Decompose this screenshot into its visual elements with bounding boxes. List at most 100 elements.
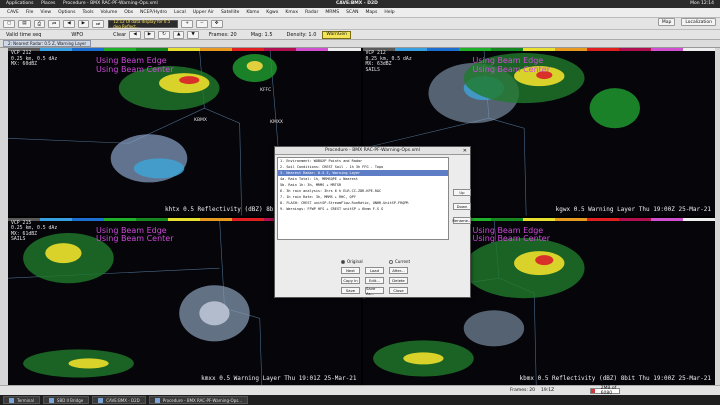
frame-down-icon[interactable]: ▼ <box>187 30 199 39</box>
app-icon <box>48 397 54 403</box>
editor-tabs: 2: Nearest Radar: 0.5 Z, Warning Layer <box>0 40 720 48</box>
os-taskbar: Terminal SBD II Bridge CAVE:BMX - D2D Pr… <box>0 395 720 405</box>
menu-kbmx[interactable]: Kbmx <box>246 10 259 15</box>
tab-nearest-radar[interactable]: 2: Nearest Radar: 0.5 Z, Warning Layer <box>3 40 92 47</box>
frame-up-icon[interactable]: ▲ <box>172 30 185 39</box>
print-icon[interactable]: ⎙ <box>33 19 46 28</box>
radar-info-text: VCP 212 0.25 km, 0.5 dAz MX: 60dBZ <box>11 51 58 68</box>
play-icon[interactable]: ▶ <box>77 19 90 28</box>
terminal-icon <box>9 397 14 403</box>
menu-mrms[interactable]: MRMS <box>325 10 339 15</box>
product-legend[interactable]: kbmx 0.5 Reflectivity (dBZ) 8bit Thu 19:… <box>520 375 711 382</box>
save-icon[interactable]: ▤ <box>18 19 31 28</box>
clear-button[interactable]: Clear <box>113 32 126 38</box>
edit-button[interactable]: Edit... <box>365 277 384 284</box>
toolbar-primary: ▢ ▤ ⎙ ⏮ ◀ ▶ ⏭ 12:12 UI data display for … <box>0 18 720 30</box>
status-time: 19:1Z <box>541 388 555 393</box>
menu-tools[interactable]: Tools <box>82 10 93 15</box>
task-procedure[interactable]: Procedure - BMX RAC-PF-Warning-Ops... <box>148 396 249 404</box>
menu-help[interactable]: Help <box>384 10 394 15</box>
dialog-title-bar[interactable]: Procedure - BMX RAC-PF-Warning-Ops.xml ✕ <box>275 147 470 155</box>
after-button[interactable]: After... <box>389 267 408 274</box>
site-label-kbmx: KBMX <box>194 118 208 123</box>
step-forward-icon[interactable]: ▶ <box>143 30 156 39</box>
beam-label: Using Beam Edge Using Beam Center <box>472 225 551 243</box>
toolbar-secondary: Valid time seq WFO Clear ◀ ▶ ↻ ▲ ▼ Frame… <box>0 30 720 40</box>
task-terminal[interactable]: Terminal <box>3 396 40 404</box>
last-frame-icon[interactable]: ⏭ <box>92 19 105 28</box>
wfo-label[interactable]: WFO <box>71 32 83 38</box>
loop-icon[interactable]: ↻ <box>158 30 170 39</box>
valid-time-seq-label[interactable]: Valid time seq <box>6 32 41 38</box>
places-menu[interactable]: Places <box>41 1 55 6</box>
menu-obs[interactable]: Obs <box>124 10 133 15</box>
close-icon[interactable]: ✕ <box>463 148 467 154</box>
save-button[interactable]: Save <box>341 287 360 294</box>
rename-button[interactable]: Rename... <box>452 217 472 224</box>
clock[interactable]: Mon 12:14 <box>690 1 714 6</box>
site-label-kffc: KFFC <box>260 88 272 93</box>
color-scale-bar <box>8 48 361 51</box>
menu-volume[interactable]: Volume <box>101 10 118 15</box>
menu-cave[interactable]: CAVE <box>7 10 19 15</box>
load-button[interactable]: Load <box>365 267 384 274</box>
menu-satellite[interactable]: Satellite <box>221 10 239 15</box>
beam-label: Using Beam Edge Using Beam Center <box>472 56 551 74</box>
first-frame-icon[interactable]: ⏮ <box>48 19 61 28</box>
menu-maps[interactable]: Maps <box>366 10 378 15</box>
procedure-steps-list[interactable]: 1. Environment: WOBOXP Points and Radar … <box>277 157 449 240</box>
loop-product-combo[interactable]: 12:12 UI data display for 0.5 deg Reflec… <box>108 19 179 29</box>
memory-meter[interactable]: 2MB of 6080 <box>590 386 620 396</box>
density[interactable]: Density: 1.0 <box>287 32 317 38</box>
pan-icon[interactable]: ✥ <box>210 19 223 28</box>
beam-label: Using Beam Edge Using Beam Center <box>96 225 174 243</box>
menu-kmxx[interactable]: Kmxx <box>285 10 298 15</box>
active-app-title[interactable]: Procedure - BMX RAC-PF-Warning-Ops.xml <box>63 1 158 6</box>
menu-options[interactable]: Options <box>58 10 75 15</box>
product-legend[interactable]: kmxx 0.5 Warning Layer Thu 19:01Z 25-Mar… <box>201 375 356 382</box>
radio-original[interactable]: Original <box>341 259 363 264</box>
down-button[interactable]: Down <box>453 203 471 210</box>
menubar: CAVE File View Options Tools Volume Obs … <box>0 8 720 18</box>
task-sbd-bridge[interactable]: SBD II Bridge <box>42 396 90 404</box>
applications-menu[interactable]: Applications <box>6 1 34 6</box>
warngen-button[interactable]: WarnGen <box>322 30 352 39</box>
prev-frame-icon[interactable]: ◀ <box>63 19 75 28</box>
menu-ncep-hydro[interactable]: NCEP/Hydro <box>140 10 167 15</box>
list-item[interactable]: 9. Warnings: FFWP HFS + CREST unitSP + 6… <box>278 206 448 212</box>
up-button[interactable]: Up <box>453 189 471 196</box>
color-scale-bar <box>362 48 715 51</box>
menu-upper-air[interactable]: Upper Air <box>193 10 214 15</box>
delete-button[interactable]: Delete <box>389 277 408 284</box>
county-line <box>8 107 205 144</box>
menu-kgwx[interactable]: Kgwx <box>266 10 278 15</box>
task-cave[interactable]: CAVE:BMX - D2D <box>92 396 146 404</box>
new-window-icon[interactable]: ▢ <box>3 19 16 28</box>
site-label-kmxx: KMXX <box>270 120 283 125</box>
save-as-button[interactable]: Save As... <box>365 286 384 296</box>
menu-view[interactable]: View <box>40 10 51 15</box>
frames-count[interactable]: Frames: 20 <box>209 32 237 38</box>
radio-current[interactable]: Current <box>389 259 410 264</box>
zoom-out-icon[interactable]: − <box>195 19 208 28</box>
status-bar: Frames: 20 19:1Z 2MB of 6080 <box>0 385 720 396</box>
product-legend[interactable]: kgwx 0.5 Warning Layer Thu 19:00Z 25-Mar… <box>556 206 711 213</box>
radar-info-text: VCP 212 0.25 km, 0.5 dAz MX: 63dBZ SAILS <box>365 51 412 73</box>
copy-in-button[interactable]: Copy In <box>341 277 360 284</box>
system-top-bar: Applications Places Procedure - BMX RAC-… <box>0 0 720 8</box>
menu-local[interactable]: Local <box>174 10 186 15</box>
procedure-dialog: Procedure - BMX RAC-PF-Warning-Ops.xml ✕… <box>274 146 472 298</box>
status-frames: Frames: 20 <box>510 388 536 393</box>
menu-scan[interactable]: SCAN <box>346 10 358 15</box>
menu-radar[interactable]: Radar <box>305 10 318 15</box>
localization-perspective-button[interactable]: Localization <box>681 18 716 26</box>
magnification[interactable]: Mag: 1.5 <box>251 32 273 38</box>
window-title: CAVE:BMX - D2D <box>336 1 378 6</box>
app-icon <box>98 397 104 403</box>
menu-file[interactable]: File <box>26 10 34 15</box>
step-back-icon[interactable]: ◀ <box>129 30 141 39</box>
map-perspective-button[interactable]: Map <box>657 18 676 26</box>
close-button[interactable]: Close <box>389 287 408 294</box>
next-button[interactable]: Next <box>341 267 360 274</box>
zoom-in-icon[interactable]: + <box>181 19 193 28</box>
